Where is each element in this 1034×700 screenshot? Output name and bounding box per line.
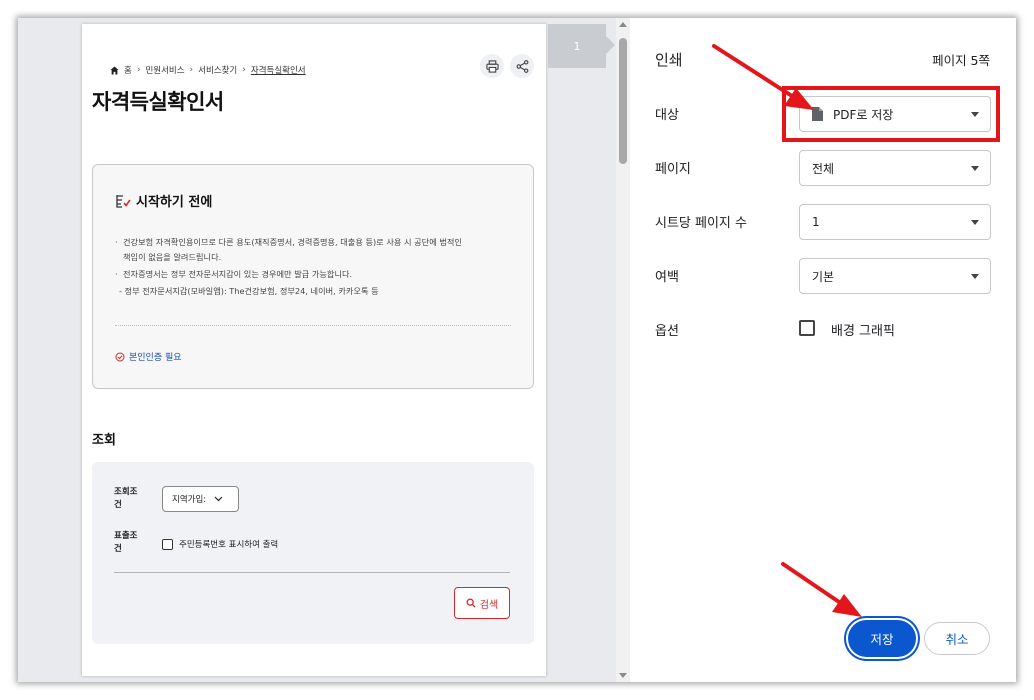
- show-rrn-checkbox[interactable]: [162, 538, 173, 550]
- scroll-down-arrow-icon[interactable]: [619, 673, 627, 678]
- notice-text: - 정부 전자문서지갑(모바일앱): The건강보험, 정부24, 네이버, 카…: [119, 286, 379, 296]
- breadcrumb-item[interactable]: 서비스찾기: [198, 64, 237, 76]
- options-label: 옵션: [655, 324, 679, 339]
- breadcrumb-item[interactable]: 홈: [124, 64, 132, 76]
- cancel-button[interactable]: 취소: [924, 622, 990, 655]
- output-label: 표출조건: [114, 531, 138, 554]
- before-start-box: 시작하기 전에 · 건강보험 자격확인용이므로 다른 용도(재직증명서, 경력증명…: [92, 164, 534, 389]
- breadcrumb-current[interactable]: 자격득실확인서: [251, 64, 306, 76]
- chevron-right-icon: ›: [189, 65, 194, 75]
- pages-per-sheet-value: 1: [812, 215, 820, 229]
- dropdown-caret-icon: [971, 220, 979, 225]
- checklist-icon: [116, 194, 131, 208]
- show-rrn-label: 주민등록번호 표시하여 출력: [179, 540, 279, 550]
- background-graphics-checkbox[interactable]: [799, 320, 815, 336]
- dropdown-caret-icon: [971, 166, 979, 171]
- page-thumbnail-number[interactable]: 1: [548, 24, 615, 68]
- print-button[interactable]: [480, 54, 504, 78]
- divider: [114, 572, 510, 573]
- condition-select-value: 지역가입:: [172, 495, 207, 505]
- print-preview-area: 홈 › 민원서비스 › 서비스찾기 › 자격득실확인서 자격득실확인서 시작하기…: [18, 18, 630, 682]
- chevron-right-icon: ›: [242, 65, 246, 75]
- notice-text: 전자증명서는 정부 전자문서지갑이 있는 경우에만 발급 가능합니다.: [123, 269, 353, 279]
- search-icon: [466, 598, 476, 608]
- auth-required-label: 본인인증 필요: [129, 353, 182, 363]
- notice-text: 건강보험 자격확인용이므로 다른 용도(재직증명서, 경력증명용, 대출용 등)…: [123, 237, 462, 247]
- list-item: - 정부 전자문서지갑(모바일앱): The건강보험, 정부24, 네이버, 카…: [115, 284, 520, 299]
- breadcrumb-item[interactable]: 민원서비스: [145, 64, 184, 76]
- print-title: 인쇄: [655, 51, 683, 69]
- pages-select[interactable]: 전체: [799, 150, 991, 186]
- search-label: 검색: [479, 599, 499, 611]
- auth-required-link[interactable]: 본인인증 필요: [115, 350, 182, 363]
- background-graphics-label[interactable]: 배경 그래픽: [831, 320, 895, 339]
- before-start-title: 시작하기 전에: [136, 195, 213, 210]
- before-start-heading: 시작하기 전에: [115, 191, 212, 210]
- search-button[interactable]: 검색: [454, 587, 510, 619]
- notice-list: · 건강보험 자격확인용이므로 다른 용도(재직증명서, 경력증명용, 대출용 등…: [115, 235, 520, 299]
- condition-label: 조회조건: [114, 487, 138, 510]
- show-rrn-option[interactable]: 주민등록번호 표시하여 출력: [162, 538, 278, 550]
- margins-label: 여백: [655, 270, 679, 285]
- list-item: · 전자증명서는 정부 전자문서지갑이 있는 경우에만 발급 가능합니다.: [115, 267, 520, 282]
- pages-per-sheet-label: 시트당 페이지 수: [655, 216, 747, 231]
- divider: [115, 325, 511, 326]
- list-item: 책임이 없음을 알려드립니다.: [115, 250, 520, 265]
- check-circle-icon: [115, 352, 125, 361]
- share-button[interactable]: [510, 54, 534, 78]
- query-form: 조회조건 지역가입: 표출조건 주민등록번호 표시하여 출력 검색: [92, 462, 534, 644]
- scrollbar-thumb[interactable]: [619, 38, 627, 164]
- save-button[interactable]: 저장: [848, 620, 916, 657]
- chevron-down-icon: [214, 496, 223, 502]
- page-title: 자격득실확인서: [92, 90, 224, 114]
- pages-per-sheet-select[interactable]: 1: [799, 204, 991, 240]
- home-icon: [110, 65, 119, 75]
- pages-label: 페이지: [655, 162, 691, 177]
- condition-select[interactable]: 지역가입:: [162, 486, 239, 512]
- share-icon: [516, 59, 528, 73]
- breadcrumb: 홈 › 민원서비스 › 서비스찾기 › 자격득실확인서: [110, 64, 306, 76]
- notice-text: 책임이 없음을 알려드립니다.: [123, 252, 222, 262]
- highlight-box: [782, 86, 1000, 142]
- list-item: · 건강보험 자격확인용이므로 다른 용도(재직증명서, 경력증명용, 대출용 등…: [115, 235, 520, 250]
- dropdown-caret-icon: [971, 274, 979, 279]
- margins-value: 기본: [812, 269, 835, 284]
- scroll-up-arrow-icon[interactable]: [619, 22, 627, 27]
- query-section-title: 조회: [92, 433, 116, 448]
- pages-value: 전체: [812, 161, 835, 176]
- preview-page: 홈 › 민원서비스 › 서비스찾기 › 자격득실확인서 자격득실확인서 시작하기…: [82, 24, 546, 676]
- printer-icon: [485, 59, 499, 73]
- destination-label: 대상: [655, 108, 679, 123]
- preview-scrollbar[interactable]: [616, 18, 630, 682]
- sheet-count: 페이지 5쪽: [932, 53, 990, 68]
- chevron-right-icon: ›: [136, 65, 141, 75]
- margins-select[interactable]: 기본: [799, 258, 991, 294]
